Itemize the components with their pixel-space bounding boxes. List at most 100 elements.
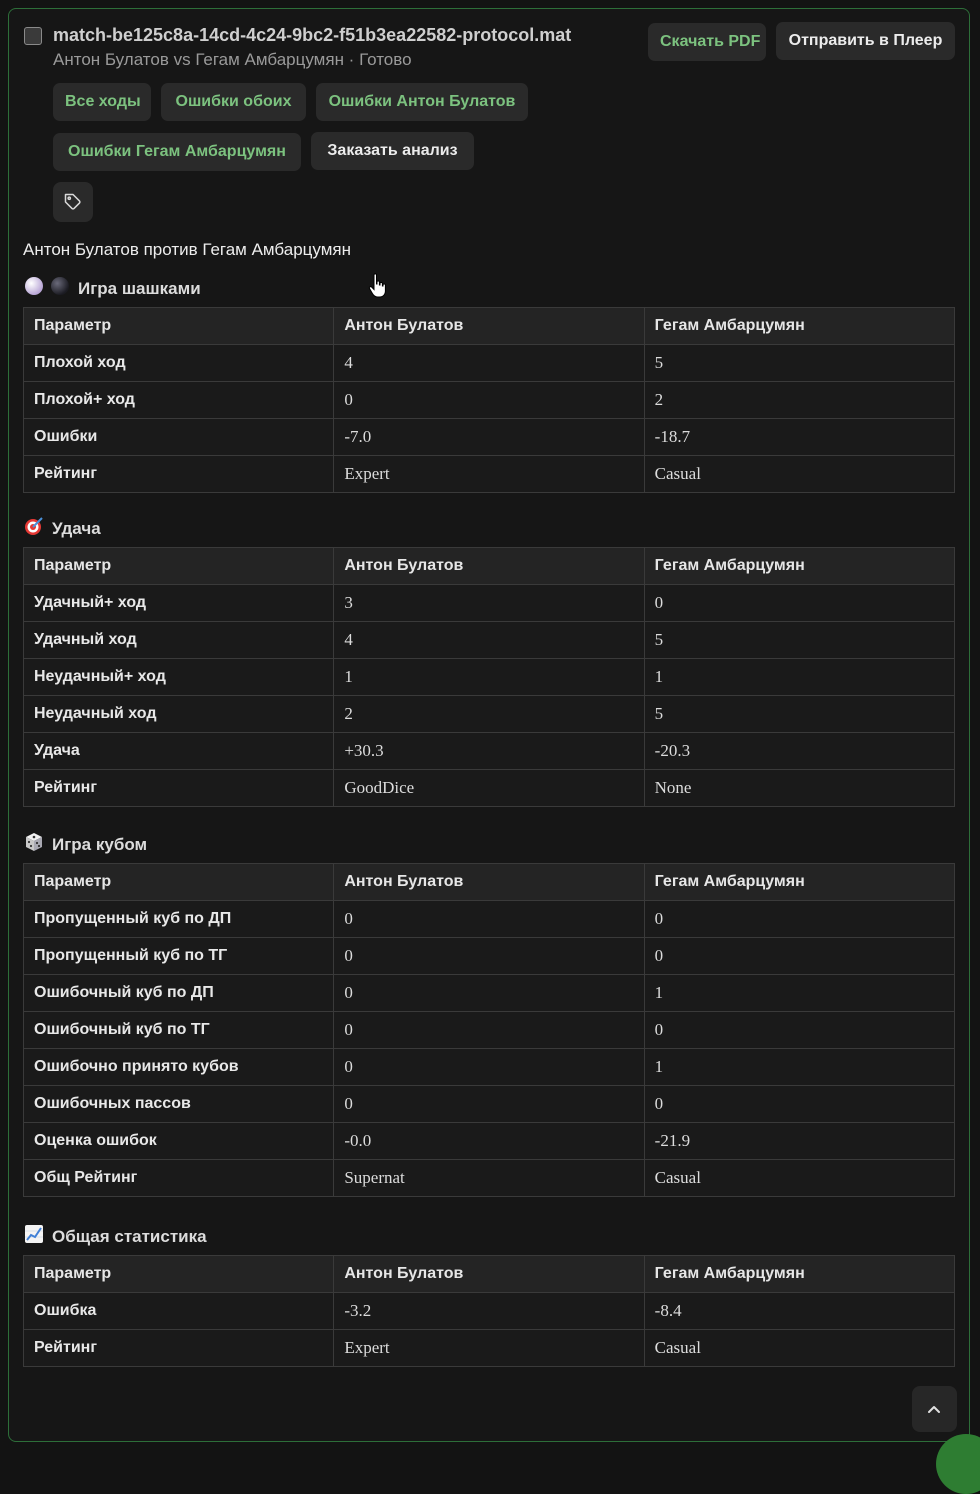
table-row: Рейтинг GoodDice None: [22, 769, 956, 807]
target-icon: [24, 516, 44, 541]
table-row: Пропущенный куб по ДП 0 0: [22, 900, 956, 938]
table-row: Плохой ход 4 5: [22, 344, 956, 382]
param-cell: Удача: [22, 732, 335, 770]
param-cell: Неудачный ход: [22, 695, 335, 733]
match-title: Антон Булатов против Гегам Амбарцумян: [23, 240, 352, 259]
chevron-up-icon: [928, 1406, 940, 1413]
select-checkbox[interactable]: [24, 27, 42, 45]
dice-icon: [24, 832, 44, 857]
luck-table: Параметр Антон Булатов Гегам Амбарцумян …: [22, 547, 956, 807]
checker-pieces-icon: [24, 276, 70, 301]
value-cell: 4: [333, 621, 645, 659]
value-cell: 0: [333, 1011, 645, 1049]
value-cell: 0: [643, 937, 956, 975]
value-cell: -20.3: [643, 732, 956, 770]
value-cell: Expert: [333, 455, 645, 493]
column-header: Антон Булатов: [333, 1255, 645, 1293]
value-cell: -3.2: [333, 1292, 645, 1330]
param-cell: Рейтинг: [22, 1329, 335, 1367]
value-cell: -8.4: [643, 1292, 956, 1330]
filter-errors-p1-button[interactable]: Ошибки Антон Булатов: [316, 83, 528, 121]
table-row: Неудачный ход 2 5: [22, 695, 956, 733]
param-cell: Оценка ошибок: [22, 1122, 335, 1160]
value-cell: 5: [643, 695, 956, 733]
send-to-player-button[interactable]: Отправить в Плеер: [776, 22, 955, 60]
filter-all-moves-button[interactable]: Все ходы: [53, 83, 151, 121]
section-title-text: Общая статистика: [52, 1226, 207, 1246]
value-cell: 3: [333, 584, 645, 622]
value-cell: Casual: [643, 1159, 956, 1197]
table-row: Ошибочный куб по ДП 0 1: [22, 974, 956, 1012]
param-cell: Рейтинг: [22, 769, 335, 807]
column-header: Антон Булатов: [333, 547, 645, 585]
value-cell: 0: [643, 900, 956, 938]
value-cell: -0.0: [333, 1122, 645, 1160]
value-cell: -21.9: [643, 1122, 956, 1160]
value-cell: 2: [643, 381, 956, 419]
value-cell: -18.7: [643, 418, 956, 456]
tag-icon: [64, 193, 81, 210]
param-cell: Общ Рейтинг: [22, 1159, 335, 1197]
column-header: Гегам Амбарцумян: [643, 547, 956, 585]
scroll-to-top-button[interactable]: [912, 1386, 957, 1432]
section-title-luck: Удача: [24, 516, 101, 541]
param-cell: Ошибочных пассов: [22, 1085, 335, 1123]
value-cell: Supernat: [333, 1159, 645, 1197]
value-cell: 2: [333, 695, 645, 733]
param-cell: Рейтинг: [22, 455, 335, 493]
value-cell: +30.3: [333, 732, 645, 770]
hand-cursor-icon: [368, 273, 386, 298]
param-cell: Пропущенный куб по ДП: [22, 900, 335, 938]
order-analysis-button[interactable]: Заказать анализ: [311, 132, 474, 170]
value-cell: 1: [643, 658, 956, 696]
column-header: Антон Булатов: [333, 863, 645, 901]
overall-table: Параметр Антон Булатов Гегам Амбарцумян …: [22, 1255, 956, 1367]
column-header: Параметр: [22, 863, 335, 901]
table-row: Неудачный+ ход 1 1: [22, 658, 956, 696]
download-pdf-button[interactable]: Скачать PDF: [648, 23, 766, 61]
value-cell: 1: [643, 974, 956, 1012]
table-row: Удача +30.3 -20.3: [22, 732, 956, 770]
value-cell: -7.0: [333, 418, 645, 456]
table-row: Рейтинг Expert Casual: [22, 1329, 956, 1367]
tag-button[interactable]: [53, 182, 93, 222]
value-cell: 0: [333, 937, 645, 975]
param-cell: Удачный ход: [22, 621, 335, 659]
param-cell: Плохой ход: [22, 344, 335, 382]
section-title-text: Игра кубом: [52, 834, 148, 854]
table-header-row: Параметр Антон Булатов Гегам Амбарцумян: [22, 307, 956, 345]
value-cell: Expert: [333, 1329, 645, 1367]
section-title-overall: Общая статистика: [24, 1224, 207, 1249]
param-cell: Удачный+ ход: [22, 584, 335, 622]
param-cell: Ошибочный куб по ДП: [22, 974, 335, 1012]
param-cell: Ошибки: [22, 418, 335, 456]
filter-errors-p2-button[interactable]: Ошибки Гегам Амбарцумян: [53, 133, 301, 171]
column-header: Параметр: [22, 1255, 335, 1293]
checkers-table: Параметр Антон Булатов Гегам Амбарцумян …: [22, 307, 956, 493]
table-row: Ошибочных пассов 0 0: [22, 1085, 956, 1123]
table-header-row: Параметр Антон Булатов Гегам Амбарцумян: [22, 1255, 956, 1293]
param-cell: Ошибочно принято кубов: [22, 1048, 335, 1086]
value-cell: Casual: [643, 455, 956, 493]
chat-bubble-button[interactable]: [936, 1434, 980, 1494]
column-header: Гегам Амбарцумян: [643, 307, 956, 345]
column-header: Параметр: [22, 547, 335, 585]
table-row: Удачный+ ход 3 0: [22, 584, 956, 622]
value-cell: 5: [643, 621, 956, 659]
section-title-cube: Игра кубом: [24, 832, 147, 857]
table-row: Плохой+ ход 0 2: [22, 381, 956, 419]
table-row: Оценка ошибок -0.0 -21.9: [22, 1122, 956, 1160]
column-header: Гегам Амбарцумян: [643, 863, 956, 901]
table-header-row: Параметр Антон Булатов Гегам Амбарцумян: [22, 547, 956, 585]
param-cell: Ошибочный куб по ТГ: [22, 1011, 335, 1049]
value-cell: Casual: [643, 1329, 956, 1367]
column-header: Антон Булатов: [333, 307, 645, 345]
value-cell: 0: [333, 1085, 645, 1123]
table-row: Рейтинг Expert Casual: [22, 455, 956, 493]
value-cell: 5: [643, 344, 956, 382]
param-cell: Ошибка: [22, 1292, 335, 1330]
filter-both-errors-button[interactable]: Ошибки обоих: [161, 83, 306, 121]
table-row: Ошибочно принято кубов 0 1: [22, 1048, 956, 1086]
value-cell: 1: [643, 1048, 956, 1086]
column-header: Гегам Амбарцумян: [643, 1255, 956, 1293]
